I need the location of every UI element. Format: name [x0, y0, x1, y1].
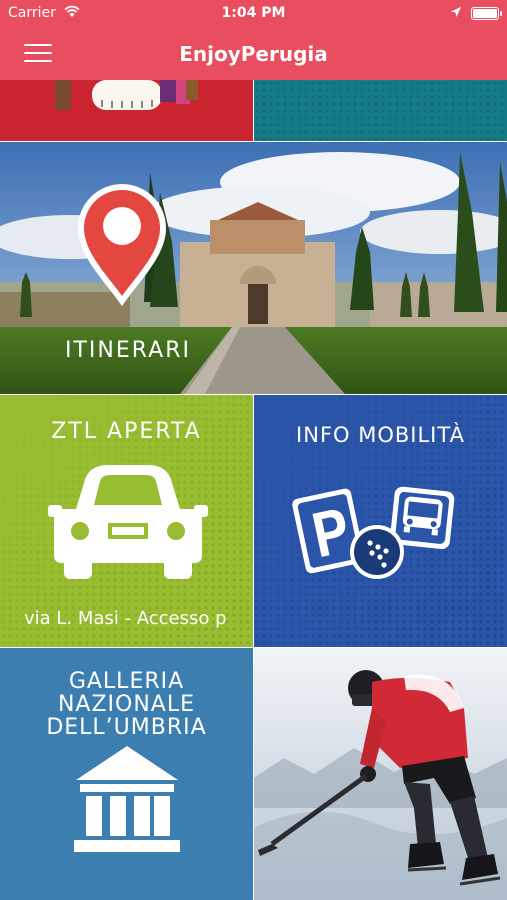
- status-bar: Carrier 1:04 PM: [0, 0, 507, 28]
- tile-info-mobilita[interactable]: INFO MOBILITÀ: [254, 395, 507, 647]
- ztl-ticker-text: via L. Masi - Accesso p: [24, 608, 227, 629]
- tile-info-label: INFO MOBILITÀ: [296, 423, 465, 447]
- dot-pattern: [254, 80, 507, 141]
- tile-teal-partial[interactable]: [254, 80, 507, 141]
- tile-galleria-label: GALLERIA NAZIONALE DELL’UMBRIA: [0, 670, 253, 739]
- app-title: EnjoyPerugia: [179, 42, 328, 66]
- tile-galleria[interactable]: GALLERIA NAZIONALE DELL’UMBRIA: [0, 648, 253, 900]
- museum-icon: [74, 746, 180, 852]
- galleria-label-line-2: NAZIONALE: [57, 692, 196, 717]
- tile-ztl[interactable]: ZTL APERTA via L. Masi - Accesso p: [0, 395, 253, 647]
- battery-icon: [471, 7, 502, 20]
- hockey-player-image: [254, 648, 507, 900]
- clock: 1:04 PM: [221, 5, 286, 21]
- tile-hockey[interactable]: [254, 648, 507, 900]
- map-pin-icon: [78, 184, 166, 306]
- galleria-label-line-1: GALLERIA: [68, 669, 185, 694]
- location-arrow-icon: [451, 7, 461, 17]
- hamburger-menu-icon[interactable]: [24, 42, 54, 64]
- minimetro-icon: [350, 525, 404, 579]
- navigation-bar: EnjoyPerugia: [0, 28, 507, 80]
- tile-itinerari-label: ITINERARI: [65, 338, 191, 363]
- galleria-label-line-3: DELL’UMBRIA: [46, 715, 207, 740]
- food-illustration: [55, 80, 198, 110]
- tile-itinerari[interactable]: ITINERARI: [0, 142, 507, 394]
- car-icon: [48, 465, 208, 579]
- tile-ztl-label: ZTL APERTA: [51, 419, 202, 444]
- tile-food-partial[interactable]: [0, 80, 253, 141]
